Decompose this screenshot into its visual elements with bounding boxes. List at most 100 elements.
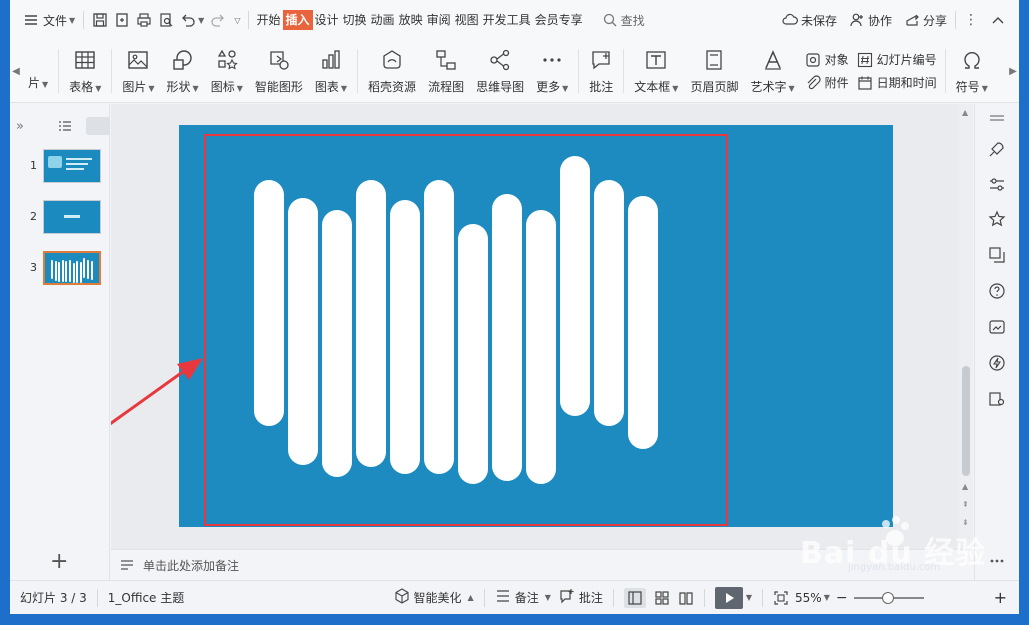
object-button[interactable]: 对象 (805, 51, 849, 68)
tab-developer[interactable]: 开发工具 (481, 10, 533, 30)
collaborate-button[interactable]: 协作 (846, 6, 895, 34)
slide-bar-shape[interactable] (560, 156, 590, 416)
slide-bar-shape[interactable] (356, 180, 386, 467)
slide-bar-shape[interactable] (390, 200, 420, 474)
save-button[interactable] (89, 6, 111, 34)
status-bar: 幻灯片 3 / 3 1_Office 主题 智能美化 ▲ 备注 ▼ 批注 ▼ 5… (10, 580, 1019, 614)
lightning-icon[interactable] (988, 354, 1006, 372)
print-preview-button[interactable] (155, 6, 177, 34)
help-icon[interactable] (988, 282, 1006, 300)
unsaved-status[interactable]: 未保存 (779, 6, 840, 34)
slide-number: 1 (30, 159, 37, 172)
grid-view-icon[interactable] (654, 590, 670, 606)
reading-view-icon[interactable] (678, 590, 694, 606)
collapse-panel-icon[interactable]: » (16, 119, 24, 134)
transition-icon[interactable] (988, 246, 1006, 264)
reading-icon[interactable] (988, 390, 1006, 408)
zoom-out-button[interactable]: − (836, 590, 848, 606)
tab-slideshow[interactable]: 放映 (397, 10, 425, 30)
zoom-slider[interactable] (853, 591, 924, 605)
scroll-up-icon[interactable]: ▲ (962, 108, 968, 117)
chevron-down-icon[interactable]: ▼ (746, 593, 752, 602)
datetime-button[interactable]: 日期和时间 (857, 74, 937, 91)
slide-thumbnail-1[interactable]: 1 (10, 147, 110, 187)
more-button[interactable]: 更多 ▼ (530, 42, 574, 100)
more-tools-icon[interactable] (988, 552, 1006, 570)
file-menu[interactable]: 文件 ▼ (20, 6, 78, 34)
redo-button[interactable] (207, 6, 229, 34)
tab-member[interactable]: 会员专享 (533, 10, 585, 30)
slide-bar-shape[interactable] (458, 224, 488, 484)
theme-name[interactable]: 1_Office 主题 (108, 589, 184, 606)
next-page-icon[interactable]: ⇟ (962, 518, 969, 527)
zoom-level[interactable]: 55% (795, 591, 822, 605)
search-button[interactable]: 查找 (599, 6, 648, 34)
zoom-in-button[interactable]: + (994, 588, 1007, 607)
image-tools-icon[interactable] (988, 318, 1006, 336)
slide-thumbnail-2[interactable]: 2 (10, 198, 110, 238)
prev-slide-icon[interactable]: ▲ (962, 482, 968, 491)
vertical-scrollbar[interactable]: ▲ ▲ ⇞ ⇟ (959, 104, 973, 549)
attachment-button[interactable]: 附件 (805, 74, 849, 91)
slide-bar-shape[interactable] (492, 194, 522, 481)
notes-pane[interactable]: 单击此处添加备注 (111, 549, 969, 580)
slide-bar-shape[interactable] (424, 180, 454, 474)
settings-sliders-icon[interactable] (988, 176, 1006, 194)
tab-animations[interactable]: 动画 (369, 10, 397, 30)
export-pdf-button[interactable] (111, 6, 133, 34)
chart-button[interactable]: 图表 ▼ (309, 42, 353, 100)
scrollbar-thumb[interactable] (962, 366, 970, 476)
textbox-button[interactable]: 文本框 ▼ (628, 42, 684, 100)
slide-thumbnail-3[interactable]: 3 (10, 249, 110, 289)
tab-home[interactable]: 开始 (254, 10, 282, 30)
header-footer-button[interactable]: 页眉页脚 (684, 42, 744, 100)
slide-bar-shape[interactable] (594, 180, 624, 426)
picture-button[interactable]: 图片 ▼ (116, 42, 160, 100)
outline-view-icon[interactable] (57, 118, 73, 134)
slide-bar-shape[interactable] (322, 210, 352, 477)
ribbon-scroll-right[interactable]: ▶ (1007, 40, 1019, 103)
star-animation-icon[interactable] (988, 210, 1006, 228)
tab-view[interactable]: 视图 (453, 10, 481, 30)
comment-button[interactable]: 批注 (583, 42, 619, 100)
wordart-button[interactable]: 艺术字 ▼ (744, 42, 800, 100)
slide-bar-shape[interactable] (628, 196, 658, 449)
mindmap-button[interactable]: 思维导图 (470, 42, 530, 100)
comment-toggle-button[interactable]: 批注 (559, 588, 603, 607)
ribbon-scroll-left[interactable]: ◀ (10, 40, 22, 103)
chevron-down-icon[interactable]: ▼ (824, 593, 830, 602)
more-options-button[interactable]: ⋮ (961, 6, 981, 34)
smart-beautify-button[interactable]: 智能美化 ▲ (394, 588, 474, 607)
docer-resources-button[interactable]: 稻壳资源 (362, 42, 422, 100)
shape-button[interactable]: 形状 ▼ (161, 42, 205, 100)
add-slide-button[interactable]: + (50, 549, 68, 574)
undo-button[interactable]: ▼ (177, 6, 207, 34)
print-button[interactable] (133, 6, 155, 34)
quick-access-more[interactable]: ▽ (229, 6, 243, 34)
normal-view-icon[interactable] (623, 587, 646, 608)
ribbon-partial-button[interactable]: 片 ▼ (22, 42, 54, 100)
rocket-icon[interactable] (988, 140, 1006, 158)
smart-graphic-button[interactable]: 智能图形 (249, 42, 309, 100)
sidebar-menu-icon[interactable] (988, 110, 1006, 128)
thumbnail-view-icon[interactable] (86, 117, 110, 135)
tab-transitions[interactable]: 切换 (341, 10, 369, 30)
icons-button[interactable]: 图标 ▼ (205, 42, 249, 100)
tab-review[interactable]: 审阅 (425, 10, 453, 30)
slide-editing-area[interactable] (111, 104, 969, 549)
slide-bar-shape[interactable] (526, 210, 556, 484)
notes-toggle-button[interactable]: 备注 ▼ (495, 588, 551, 607)
tab-design[interactable]: 设计 (313, 10, 341, 30)
tab-insert[interactable]: 插入 (282, 10, 313, 30)
play-slideshow-button[interactable] (714, 586, 743, 609)
search-label: 查找 (620, 13, 645, 28)
table-button[interactable]: 表格 ▼ (63, 42, 107, 100)
prev-page-icon[interactable]: ⇞ (962, 500, 969, 509)
fit-window-icon[interactable] (773, 590, 789, 606)
flowchart-button[interactable]: 流程图 (422, 42, 470, 100)
share-button[interactable]: 分享 (901, 6, 950, 34)
collapse-ribbon-button[interactable] (987, 6, 1009, 34)
symbol-button[interactable]: 符号 ▼ (950, 42, 994, 100)
slide-number-button[interactable]: 幻灯片编号 (857, 51, 937, 68)
zoom-slider-thumb[interactable] (881, 591, 894, 604)
